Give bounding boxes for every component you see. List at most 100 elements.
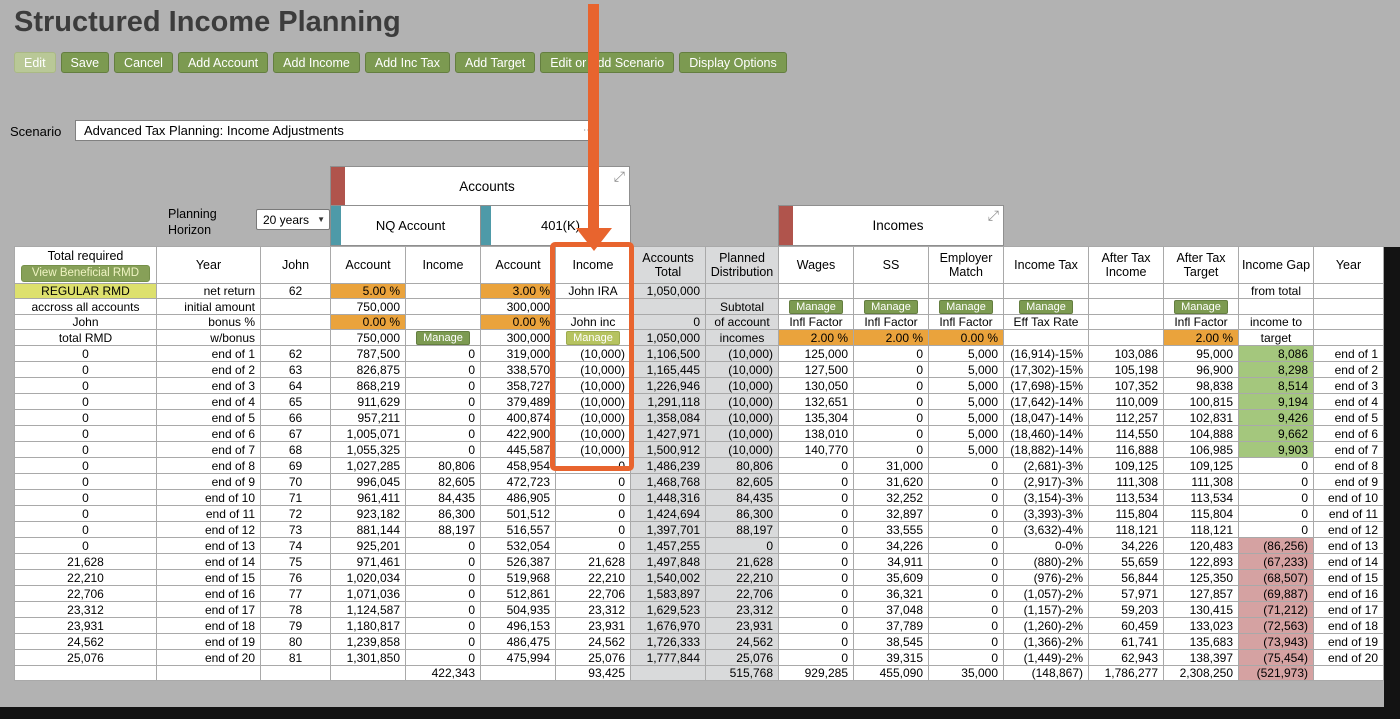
- table-cell: 0: [778, 473, 854, 490]
- toolbar-button-display-options[interactable]: Display Options: [679, 52, 787, 73]
- table-cell: 103,086: [1088, 345, 1164, 362]
- table-cell: 0: [853, 409, 929, 426]
- table-cell: 70: [260, 473, 331, 490]
- table-cell: 60,459: [1088, 617, 1164, 634]
- table-cell: (10,000): [705, 393, 779, 410]
- table-cell: 36,321: [853, 585, 929, 602]
- table-cell: (10,000): [705, 425, 779, 442]
- table-cell: 138,397: [1163, 649, 1239, 666]
- totals-cell: (521,973): [1238, 665, 1314, 681]
- table-cell: 135,304: [778, 409, 854, 426]
- table-cell: (10,000): [555, 361, 631, 378]
- table-cell: 1,027,285: [330, 457, 406, 474]
- table-row-17: 23,312 end of 17 78 1,124,587 0 504,935 23,312…: [14, 601, 1384, 618]
- table-cell: (17,698)-15%: [1003, 377, 1089, 394]
- table-cell: (10,000): [705, 345, 779, 362]
- table-cell: 62,943: [1088, 649, 1164, 666]
- table-cell: (75,454): [1238, 649, 1314, 666]
- table-cell: 516,557: [480, 521, 556, 538]
- table-cell: (1,157)-2%: [1003, 601, 1089, 618]
- rate-cell[interactable]: 0.00 %: [480, 314, 556, 330]
- subheader-cell: [630, 298, 706, 315]
- table-row-8: 0 end of 8 69 1,027,285 80,806 458,954 0 1,486,…: [14, 457, 1384, 474]
- table-cell: (10,000): [705, 361, 779, 378]
- toolbar-button-cancel[interactable]: Cancel: [114, 52, 173, 73]
- view-beneficial-rmd-button[interactable]: View Beneficial RMD: [20, 264, 151, 282]
- rate-cell[interactable]: 2.00 %: [1163, 329, 1239, 346]
- manage-button[interactable]: Manage: [1174, 300, 1228, 314]
- table-cell: (18,882)-14%: [1003, 441, 1089, 458]
- planning-horizon-select[interactable]: 20 years ▼: [256, 209, 330, 230]
- table-cell: 132,651: [778, 393, 854, 410]
- toolbar-button-add-account[interactable]: Add Account: [177, 52, 269, 73]
- rate-cell[interactable]: 0.00 %: [928, 329, 1004, 346]
- manage-button[interactable]: Manage: [416, 331, 470, 345]
- subheader-cell: [1313, 283, 1384, 299]
- toolbar-button-edit[interactable]: Edit: [14, 52, 56, 73]
- column-header-account-3: Account: [330, 246, 406, 284]
- table-cell: end of 10: [1313, 489, 1384, 506]
- table-cell: 22,706: [555, 585, 631, 602]
- table-cell: 88,197: [405, 521, 481, 538]
- table-cell: 95,000: [1163, 345, 1239, 362]
- table-cell: 84,435: [405, 489, 481, 506]
- totals-cell: (148,867): [1003, 665, 1089, 681]
- table-cell: 826,875: [330, 361, 406, 378]
- table-cell: end of 10: [156, 489, 261, 506]
- column-header-employer-match-11: Employer Match: [928, 246, 1004, 284]
- manage-button[interactable]: Manage: [939, 300, 993, 314]
- table-cell: 68: [260, 441, 331, 458]
- subheader-cell: 1,050,000: [630, 329, 706, 346]
- expand-icon[interactable]: ⤢: [614, 168, 625, 185]
- table-cell: 21,628: [14, 553, 157, 570]
- toolbar-button-edit-or-add-scenario[interactable]: Edit or Add Scenario: [540, 52, 675, 73]
- manage-button[interactable]: Manage: [566, 331, 620, 345]
- manage-button[interactable]: Manage: [789, 300, 843, 314]
- totals-cell: 455,090: [853, 665, 929, 681]
- toolbar-button-add-inc-tax[interactable]: Add Inc Tax: [364, 52, 450, 73]
- table-cell: 501,512: [480, 505, 556, 522]
- column-header-income-4: Income: [405, 246, 481, 284]
- toolbar-button-add-target[interactable]: Add Target: [454, 52, 536, 73]
- table-cell: 33,555: [853, 521, 929, 538]
- table-cell: 72: [260, 505, 331, 522]
- totals-cell: 35,000: [928, 665, 1004, 681]
- column-header-ss-10: SS: [853, 246, 929, 284]
- table-cell: 0: [1238, 457, 1314, 474]
- rate-cell[interactable]: 0.00 %: [330, 314, 406, 330]
- table-cell: end of 2: [156, 361, 261, 378]
- table-row-18: 23,931 end of 18 79 1,180,817 0 496,153 23,931…: [14, 617, 1384, 634]
- totals-cell: 422,343: [405, 665, 481, 681]
- rate-cell[interactable]: 2.00 %: [853, 329, 929, 346]
- subheader-cell: John: [14, 314, 157, 330]
- table-cell: 37,048: [853, 601, 929, 618]
- manage-button[interactable]: Manage: [1019, 300, 1073, 314]
- scenario-select[interactable]: Advanced Tax Planning: Income Adjustment…: [75, 120, 598, 141]
- rate-cell[interactable]: 3.00 %: [480, 283, 556, 299]
- pointer-arrow-head: [576, 228, 612, 251]
- table-cell: 80: [260, 633, 331, 650]
- table-cell: 1,427,971: [630, 425, 706, 442]
- subheader-cell: Manage: [555, 329, 631, 346]
- rate-cell[interactable]: 2.00 %: [778, 329, 854, 346]
- expand-icon[interactable]: ⤢: [988, 207, 999, 224]
- table-cell: 0: [405, 409, 481, 426]
- table-cell: end of 11: [156, 505, 261, 522]
- rate-cell[interactable]: 5.00 %: [330, 283, 406, 299]
- header-total-required: Total required View Beneficial RMD: [14, 246, 157, 284]
- table-cell: (68,507): [1238, 569, 1314, 586]
- table-cell: 519,968: [480, 569, 556, 586]
- table-cell: 0: [928, 521, 1004, 538]
- subheader-cell: [1313, 298, 1384, 315]
- manage-button[interactable]: Manage: [864, 300, 918, 314]
- table-cell: 25,076: [14, 649, 157, 666]
- table-cell: 1,301,850: [330, 649, 406, 666]
- totals-cell: 1,786,277: [1088, 665, 1164, 681]
- table-cell: 1,540,002: [630, 569, 706, 586]
- table-cell: 0: [1238, 489, 1314, 506]
- table-cell: 0: [14, 489, 157, 506]
- toolbar-button-save[interactable]: Save: [60, 52, 110, 73]
- table-cell: 0: [705, 537, 779, 554]
- table-cell: 1,106,500: [630, 345, 706, 362]
- toolbar-button-add-income[interactable]: Add Income: [273, 52, 360, 73]
